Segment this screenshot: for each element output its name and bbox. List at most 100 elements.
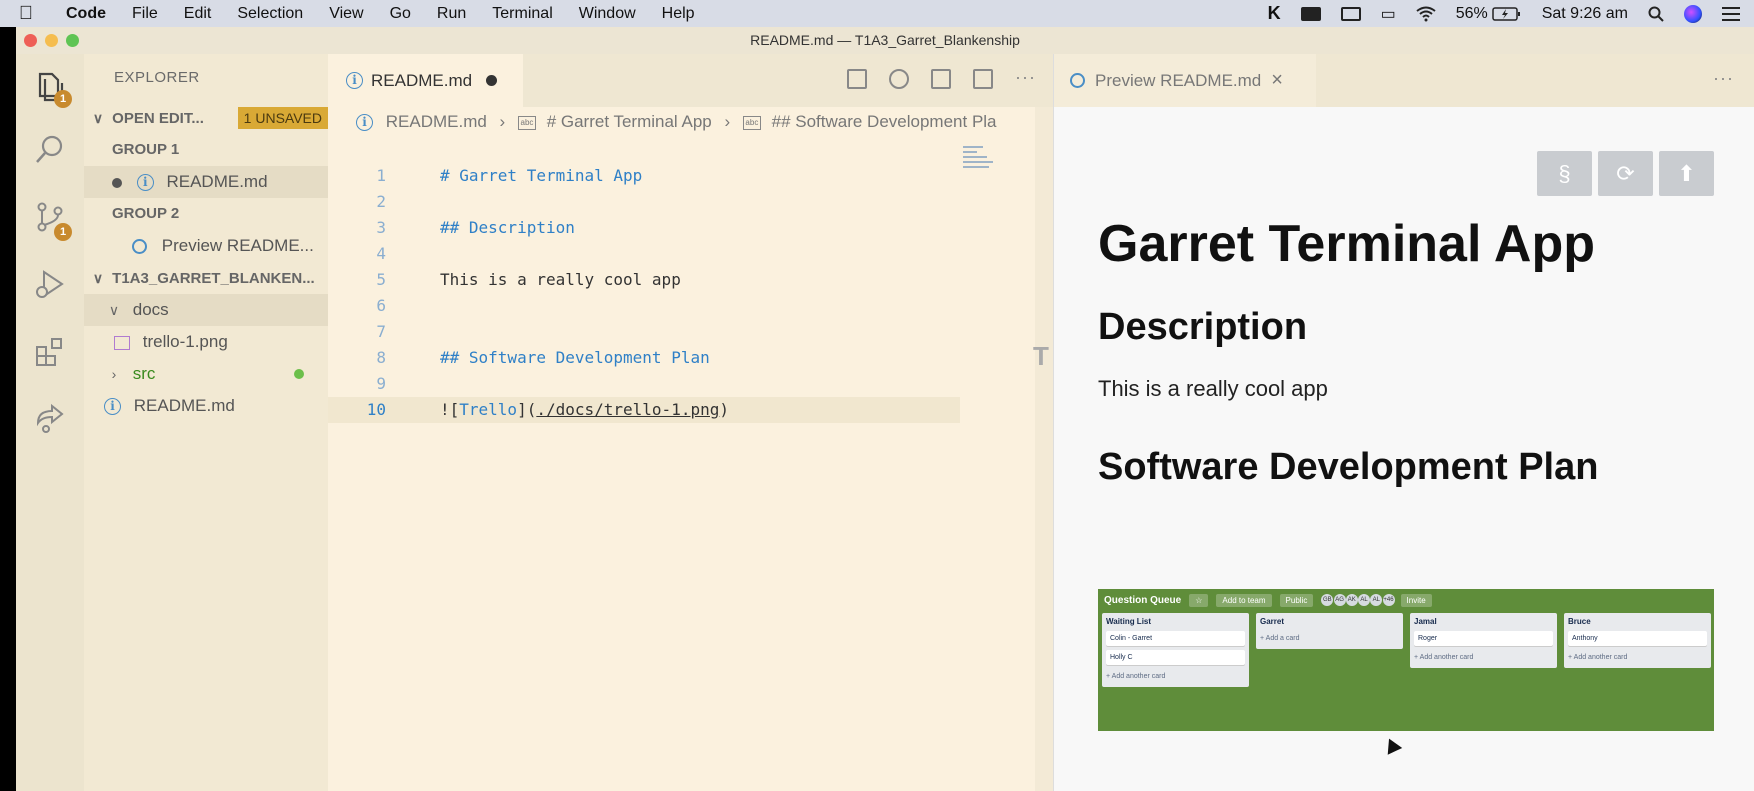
extensions-icon[interactable] xyxy=(16,322,84,382)
minimize-window-button[interactable] xyxy=(45,34,58,47)
code-line[interactable]: 8 ## Software Development Plan xyxy=(328,345,968,371)
trello-image: Question Queue ☆ Add to team Public GB A… xyxy=(1098,589,1714,731)
menu-view[interactable]: View xyxy=(316,5,376,23)
mac-menubar:  Code File Edit Selection View Go Run T… xyxy=(0,0,1754,27)
breadcrumb-heading-2[interactable]: ## Software Development Pla xyxy=(772,112,997,131)
code-text: # Garret Terminal App xyxy=(440,166,643,185)
trello-board-title: Question Queue xyxy=(1104,594,1182,606)
menu-terminal[interactable]: Terminal xyxy=(479,5,565,23)
open-editor-preview[interactable]: Preview README... xyxy=(84,230,328,262)
info-file-icon: i xyxy=(136,174,154,192)
menu-file[interactable]: File xyxy=(119,5,171,23)
trello-list: Garret + Add a card xyxy=(1256,613,1403,649)
file-trello-png[interactable]: trello-1.png xyxy=(84,326,328,358)
trello-list: Waiting List Colin - Garret Holly C + Ad… xyxy=(1102,613,1249,687)
run-debug-icon[interactable] xyxy=(16,254,84,314)
trello-card: Holly C xyxy=(1106,650,1245,665)
apple-icon[interactable]:  xyxy=(4,3,48,25)
menu-go[interactable]: Go xyxy=(377,5,424,23)
keyboard-k-icon[interactable]: K xyxy=(1268,3,1281,24)
preview-h1: Garret Terminal App xyxy=(1098,215,1595,273)
siri-icon[interactable] xyxy=(1684,4,1702,23)
code-line[interactable]: 5 This is a really cool app xyxy=(328,267,968,293)
screen-mirror-icon[interactable] xyxy=(1340,6,1361,21)
scroll-top-button[interactable]: ⬆ xyxy=(1659,151,1714,196)
code-line[interactable]: 1 # Garret Terminal App xyxy=(328,163,968,189)
refresh-button[interactable]: ⟳ xyxy=(1598,151,1653,196)
unsaved-dot-icon[interactable] xyxy=(112,177,122,188)
section-toggle-button[interactable]: § xyxy=(1537,151,1592,196)
file-trello-label: trello-1.png xyxy=(142,332,228,351)
more-actions-icon[interactable]: ··· xyxy=(1713,68,1734,89)
editor-tabs: i README.md ··· xyxy=(328,54,1053,107)
menu-list-icon[interactable] xyxy=(1722,6,1740,21)
airplay-icon[interactable]: ▭ xyxy=(1381,4,1396,24)
chevron-down-icon: ∨ xyxy=(92,270,104,286)
menu-selection[interactable]: Selection xyxy=(224,5,316,23)
source-control-icon[interactable]: 1 xyxy=(16,187,84,247)
info-file-icon: i xyxy=(356,114,373,132)
folder-docs-label: docs xyxy=(132,300,169,319)
tab-readme[interactable]: i README.md xyxy=(328,54,523,107)
explorer-title: EXPLORER xyxy=(114,69,200,86)
unsaved-badge: 1 UNSAVED xyxy=(237,107,328,129)
open-preview-side-icon[interactable] xyxy=(847,69,867,89)
code-editor[interactable]: 1 # Garret Terminal App 2 3 ## Description… xyxy=(328,163,968,423)
code-line[interactable]: 7 xyxy=(328,319,968,345)
window-icon[interactable] xyxy=(1300,6,1321,21)
split-editor-icon[interactable] xyxy=(973,69,993,89)
file-readme[interactable]: i README.md xyxy=(84,390,328,422)
open-editors-header[interactable]: ∨ OPEN EDIT... 1 UNSAVED xyxy=(84,102,328,134)
breadcrumb-file[interactable]: README.md xyxy=(386,112,487,131)
menu-run[interactable]: Run xyxy=(424,5,479,23)
explorer-icon[interactable]: 1 xyxy=(16,56,84,116)
source-control-badge: 1 xyxy=(54,223,72,241)
menubar-tray: K ▭ 56% Sat 9:26 am xyxy=(1268,0,1754,27)
close-window-button[interactable] xyxy=(24,34,37,47)
menu-help[interactable]: Help xyxy=(649,5,708,23)
activity-bar: 1 1 xyxy=(16,54,84,791)
breadcrumb-heading-1[interactable]: # Garret Terminal App xyxy=(547,112,712,131)
code-line[interactable]: 2 xyxy=(328,189,968,215)
folder-docs[interactable]: ∨ docs xyxy=(84,294,328,326)
project-folder-header[interactable]: ∨ T1A3_GARRET_BLANKEN... xyxy=(84,262,328,294)
folder-src[interactable]: › src xyxy=(84,358,328,390)
code-line[interactable]: 6 xyxy=(328,293,968,319)
code-line[interactable]: 4 xyxy=(328,241,968,267)
trello-list: Jamal Roger + Add another card xyxy=(1410,613,1557,668)
menu-app-code[interactable]: Code xyxy=(48,5,119,23)
live-share-icon[interactable] xyxy=(16,389,84,449)
window-title: README.md — T1A3_Garret_Blankenship xyxy=(750,32,1020,48)
preview-lock-icon[interactable] xyxy=(931,69,951,89)
trello-list: Bruce Anthony + Add another card xyxy=(1564,613,1711,668)
battery-icon[interactable] xyxy=(1491,6,1522,22)
code-text: ![Trello](./docs/trello-1.png) xyxy=(440,400,729,419)
search-icon[interactable] xyxy=(1648,6,1664,22)
menu-window[interactable]: Window xyxy=(566,5,649,23)
code-line[interactable]: 9 xyxy=(328,371,968,397)
menu-edit[interactable]: Edit xyxy=(171,5,225,23)
close-icon[interactable]: × xyxy=(1271,69,1283,92)
code-line-current[interactable]: 10 ![Trello](./docs/trello-1.png) xyxy=(328,397,960,423)
tab-preview-readme[interactable]: Preview README.md × xyxy=(1054,54,1316,107)
markdown-preview-pane: Preview README.md × ··· § ⟳ ⬆ Garret Ter… xyxy=(1053,54,1754,791)
clock[interactable]: Sat 9:26 am xyxy=(1542,5,1628,23)
unsaved-dot-icon[interactable] xyxy=(486,75,498,86)
editor-group-1: i README.md ··· i README.md › abc # Garr… xyxy=(328,54,1053,791)
traffic-lights xyxy=(24,34,79,47)
tab-readme-label: README.md xyxy=(371,70,473,90)
open-editor-readme[interactable]: i README.md xyxy=(84,166,328,198)
chevron-down-icon: ∨ xyxy=(92,110,104,126)
battery-percent[interactable]: 56% xyxy=(1456,5,1488,23)
minimap[interactable] xyxy=(963,146,1023,176)
search-icon[interactable] xyxy=(16,120,84,180)
wifi-icon[interactable] xyxy=(1416,6,1436,22)
zoom-window-button[interactable] xyxy=(66,34,79,47)
more-actions-icon[interactable]: ··· xyxy=(1015,68,1035,89)
chevron-right-icon: › xyxy=(111,366,117,382)
folder-src-label: src xyxy=(132,364,156,383)
open-changes-icon[interactable] xyxy=(889,69,909,89)
code-line[interactable]: 3 ## Description xyxy=(328,215,968,241)
editor-scrollbar[interactable] xyxy=(1035,107,1053,791)
explorer-badge: 1 xyxy=(54,90,72,108)
